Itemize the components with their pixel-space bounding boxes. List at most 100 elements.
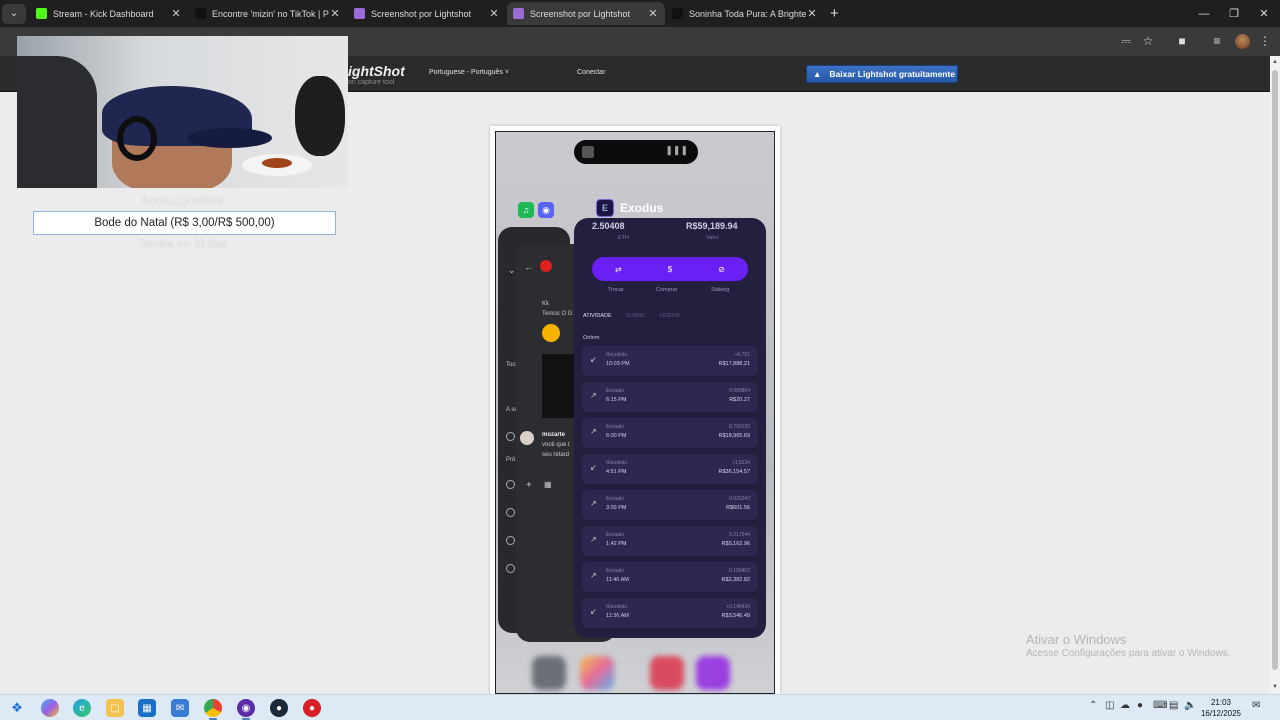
close-tab-icon[interactable]: ✕	[488, 7, 500, 20]
restore-icon[interactable]: ❐	[1218, 0, 1250, 27]
browser-tab-title: Soninha Toda Pura: A Brighter,	[689, 8, 806, 19]
browser-tab[interactable]: Screenshot por Lightshot ✕	[507, 2, 665, 25]
transaction-time: 11:40 AM	[606, 577, 629, 583]
language-select[interactable]: Portuguese - Português ˅	[429, 69, 509, 76]
notifications-icon[interactable]: ✉	[1252, 700, 1260, 711]
spotify-icon: ♫	[518, 202, 534, 218]
clock-time: 21:03	[1210, 698, 1232, 707]
lightshot-icon	[513, 8, 524, 19]
reading-list-icon[interactable]: ≡	[1209, 33, 1225, 49]
file-explorer-icon[interactable]: ▢	[106, 699, 124, 717]
background-app-icons: ♫ ◉	[518, 202, 554, 218]
system-clock[interactable]: 21:03 16/12/2025	[1198, 697, 1244, 719]
download-button-label: Baixar Lightshot gratuitamente	[829, 69, 956, 79]
copilot-icon[interactable]	[41, 699, 59, 717]
download-lightshot-button[interactable]: ▲ Baixar Lightshot gratuitamente	[806, 65, 958, 83]
new-tab-button[interactable]: +	[830, 5, 839, 22]
scroll-thumb[interactable]	[1272, 70, 1278, 670]
phone-screenshot: ❚❚❚ ♫ ◉ ⌄ Toca A se Pró ← Kk Temos O G m…	[495, 131, 775, 694]
windows-taskbar: ❖ e ▢ ▦ ✉ ◉ ● ● ⌃ ◫ ☁ ● ⌨ ▤ 🔈 21:03 16/1…	[0, 694, 1280, 720]
browser-tab[interactable]: Encontre 'mizin' no TikTok | Pe ✕	[189, 2, 347, 25]
blurred-dock	[526, 650, 746, 690]
transaction-value: R$18,965.69	[718, 433, 751, 439]
lightshot-icon	[354, 8, 365, 19]
profile-avatar[interactable]	[1235, 34, 1250, 49]
exodus-icon: E	[596, 199, 614, 217]
outlook-icon[interactable]: ✉	[171, 699, 189, 717]
browser-tab-title: Screenshot por Lightshot	[530, 8, 631, 19]
tray-overflow-icon[interactable]: ⌃	[1089, 700, 1097, 711]
volume-icon[interactable]: 🔈	[1184, 700, 1196, 711]
transaction-type: Enviado	[606, 532, 625, 538]
lightshot-logo[interactable]: ightShot	[348, 63, 405, 79]
install-app-icon[interactable]: ⎓	[1118, 33, 1134, 49]
transaction-type: Enviado	[606, 568, 625, 574]
transaction-amount: 0.217544	[729, 532, 750, 538]
staking-icon: ⊘	[718, 264, 725, 274]
transaction-row: ↗ Enviado 6:15 PM 0.000864 R$20.27	[582, 382, 758, 412]
browser-tab-title: Stream - Kick Dashboard	[53, 8, 154, 19]
transaction-value: R$5,162.96	[721, 541, 750, 547]
buy-icon: $	[667, 264, 673, 274]
screenshot-image[interactable]: ❚❚❚ ♫ ◉ ⌄ Toca A se Pró ← Kk Temos O G m…	[490, 126, 780, 694]
transaction-amount: 0.799132	[729, 424, 750, 430]
swap-icon: ⇄	[615, 264, 622, 274]
transaction-direction-icon: ↗	[590, 499, 597, 508]
steam-icon[interactable]: ●	[270, 699, 288, 717]
download-icon: ▲	[813, 69, 822, 79]
microphone-icon[interactable]: ●	[1137, 700, 1143, 711]
transaction-direction-icon: ↙	[590, 607, 597, 616]
browser-tab[interactable]: Screenshot por Lightshot ✕	[348, 2, 506, 25]
transaction-row: ↙ Recebido 11:36 AM +0.149434 R$3,546.49	[582, 598, 758, 628]
transaction-time: 6:00 PM	[606, 433, 627, 439]
close-tab-icon[interactable]: ✕	[806, 7, 818, 20]
close-tab-icon[interactable]: ✕	[170, 7, 182, 20]
connect-link[interactable]: Conectar	[577, 69, 605, 76]
tray-onedrive-icon[interactable]: ☁	[1120, 700, 1130, 711]
obs-icon[interactable]: ◉	[237, 699, 255, 717]
clock-date: 16/12/2025	[1200, 709, 1242, 718]
tray-keyboard-icon[interactable]: ⌨	[1153, 700, 1167, 711]
exodus-action-bar: ⇄ $ ⊘	[592, 257, 748, 281]
transaction-time: 6:15 PM	[606, 397, 627, 403]
tab-search-dropdown[interactable]: ⌄	[2, 3, 26, 24]
transaction-amount: 0.100402	[729, 568, 750, 574]
close-tab-icon[interactable]: ✕	[329, 7, 341, 20]
store-icon[interactable]: ▦	[138, 699, 156, 717]
menu-kebab-icon[interactable]: ⋮	[1257, 33, 1273, 49]
tiktok-icon	[195, 8, 206, 19]
donation-url: livepix.gg/tafio99	[141, 195, 224, 207]
transaction-type: Recebido	[606, 460, 628, 466]
bookmark-star-icon[interactable]: ☆	[1140, 33, 1156, 49]
exodus-app-label: E Exodus	[596, 199, 663, 217]
browser-tab[interactable]: Stream - Kick Dashboard ✕	[30, 2, 188, 25]
transaction-time: 10:03 PM	[606, 361, 630, 367]
close-window-icon[interactable]: ✕	[1248, 0, 1280, 27]
edge-icon[interactable]: e	[73, 699, 91, 717]
scroll-up-arrow-icon[interactable]: ▲	[1272, 59, 1278, 65]
transaction-row: ↗ Enviado 6:00 PM 0.799132 R$18,965.69	[582, 418, 758, 448]
chrome-icon[interactable]	[204, 699, 222, 717]
minimize-icon[interactable]: —	[1188, 0, 1220, 27]
transaction-amount: 0.000864	[729, 388, 750, 394]
transaction-value: R$601.56	[726, 505, 750, 511]
browser-tab[interactable]: Soninha Toda Pura: A Brighter, ✕	[666, 2, 824, 25]
dynamic-island: ❚❚❚	[574, 140, 698, 164]
transaction-type: Recebido	[606, 352, 628, 358]
network-icon[interactable]: ▤	[1169, 700, 1178, 711]
browser-tab-strip: ⌄ Stream - Kick Dashboard ✕ Encontre 'mizi…	[0, 0, 1280, 27]
transaction-direction-icon: ↗	[590, 427, 597, 436]
transaction-direction-icon: ↙	[590, 355, 597, 364]
browser-tab-title: Encontre 'mizin' no TikTok | Pe	[212, 8, 329, 19]
transaction-value: R$20.27	[729, 397, 750, 403]
tray-app-icon[interactable]: ◫	[1105, 700, 1114, 711]
extensions-icon[interactable]: ■	[1174, 33, 1190, 49]
start-icon[interactable]: ❖	[8, 699, 26, 717]
close-tab-icon[interactable]: ✕	[647, 7, 659, 20]
scroll-down-arrow-icon[interactable]: ▼	[1272, 684, 1278, 690]
app-red-icon[interactable]: ●	[303, 699, 321, 717]
page-scrollbar[interactable]	[1270, 56, 1280, 694]
transaction-type: Recebido	[606, 604, 628, 610]
donation-goal-bar: Bode do Natal (R$ 3,00/R$ 500,00)	[33, 211, 336, 235]
activate-windows-subtitle: Acesse Configurações para ativar o Windo…	[1026, 648, 1231, 659]
